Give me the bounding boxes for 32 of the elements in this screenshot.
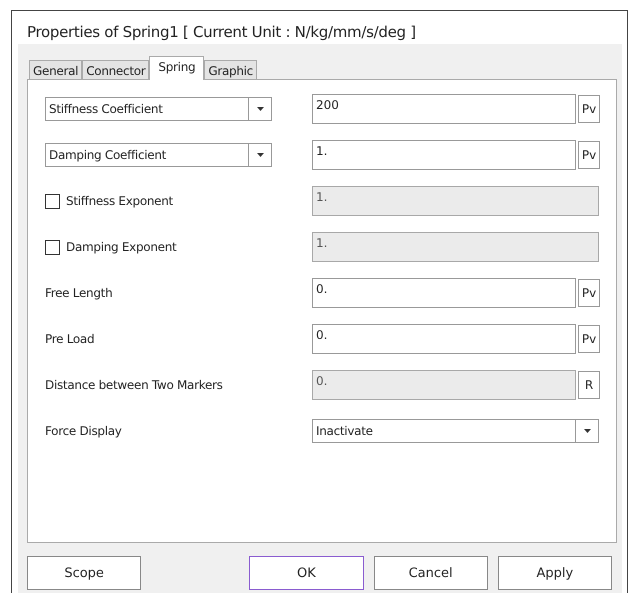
tab[interactable]: Graphic (204, 60, 257, 79)
dialog-button[interactable]: Scope (27, 556, 142, 590)
field-label: Pre Load (45, 332, 94, 346)
caret-icon (256, 107, 264, 111)
window-title: Properties of Spring1 [ Current Unit : N/kg/mm/s/deg ] (26, 22, 417, 43)
side-button[interactable]: Pv (578, 279, 600, 307)
input-field[interactable]: 0. (312, 324, 576, 354)
dropdown[interactable]: Damping Coefficient (45, 143, 272, 167)
dialog-button[interactable]: Cancel (374, 556, 488, 590)
checkbox[interactable] (45, 194, 60, 208)
tab[interactable]: Spring (149, 56, 204, 80)
tab[interactable]: Connector (82, 60, 150, 79)
checkbox-label: Stiffness Exponent (66, 194, 173, 208)
field-label: Distance between Two Markers (45, 378, 223, 392)
input-field[interactable]: 1. (312, 140, 576, 170)
dialog-button[interactable]: Apply (498, 556, 612, 590)
dropdown[interactable]: Stiffness Coefficient (45, 97, 272, 121)
caret-icon (256, 153, 264, 157)
tab[interactable]: General (29, 60, 82, 79)
field-label: Free Length (45, 286, 112, 300)
caret-icon (584, 429, 590, 433)
dialog-button[interactable]: OK (249, 556, 364, 590)
side-button[interactable]: Pv (578, 141, 600, 169)
checkbox-label: Damping Exponent (66, 240, 176, 254)
side-button[interactable]: R (578, 371, 600, 399)
checkbox[interactable] (45, 240, 60, 254)
field-label: Force Display (45, 424, 122, 438)
input-field[interactable]: 200 (312, 94, 576, 124)
dropdown[interactable]: Inactivate (312, 419, 599, 443)
side-button[interactable]: Pv (578, 95, 600, 123)
side-button[interactable]: Pv (578, 325, 600, 353)
input-field[interactable]: 0. (312, 278, 576, 308)
